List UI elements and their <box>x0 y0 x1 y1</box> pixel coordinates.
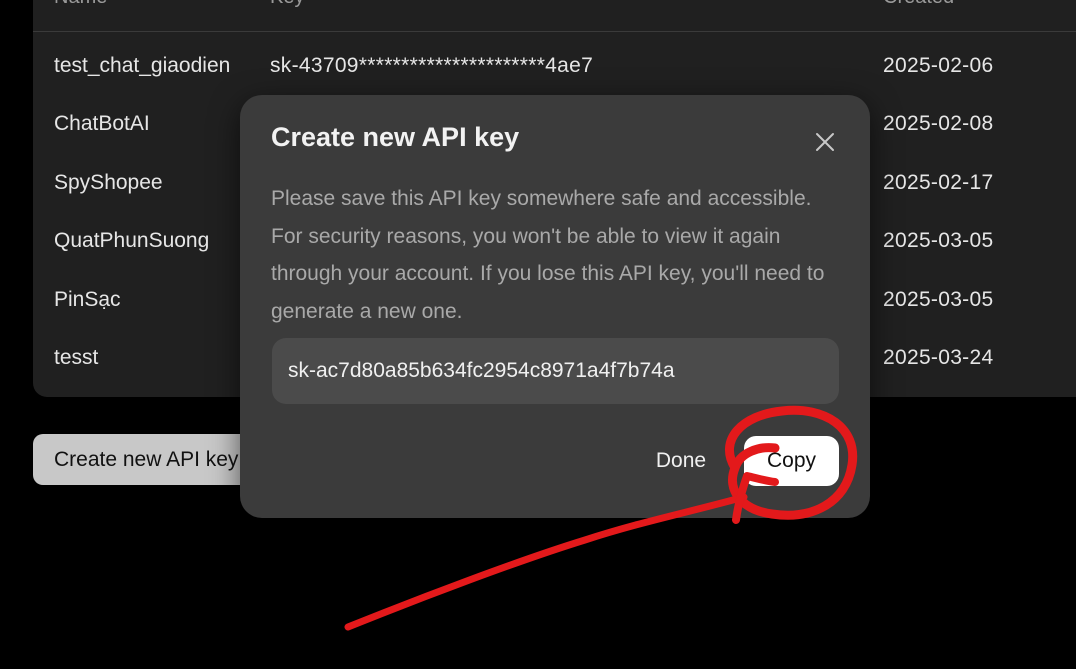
table-row[interactable]: test_chat_giaodien sk-43709*************… <box>33 51 1076 91</box>
row-name: QuatPhunSuong <box>54 229 210 252</box>
header-name: Name <box>54 0 107 9</box>
api-key-field[interactable] <box>272 338 839 404</box>
header-created: Created <box>883 0 954 9</box>
row-created: 2025-02-06 <box>883 54 994 77</box>
header-key: Key <box>270 0 304 9</box>
row-name: test_chat_giaodien <box>54 54 231 77</box>
row-name: ChatBotAI <box>54 112 150 135</box>
row-name: PinSạc <box>54 288 121 311</box>
row-created: 2025-02-17 <box>883 171 994 194</box>
table-header: Name Key Created <box>33 0 1076 32</box>
row-name: tesst <box>54 346 99 369</box>
row-created: 2025-03-05 <box>883 229 994 252</box>
row-created: 2025-03-24 <box>883 346 994 369</box>
row-created: 2025-02-08 <box>883 112 994 135</box>
close-icon <box>816 133 834 151</box>
close-button[interactable] <box>810 127 840 157</box>
create-api-key-dialog: Create new API key Please save this API … <box>240 95 870 518</box>
dialog-title: Create new API key <box>271 122 520 152</box>
copy-button[interactable]: Copy <box>744 436 839 486</box>
row-key: sk-43709**********************4ae7 <box>270 54 594 77</box>
dialog-description: Please save this API key somewhere safe … <box>271 187 825 323</box>
done-button[interactable]: Done <box>643 439 719 483</box>
row-created: 2025-03-05 <box>883 288 994 311</box>
page: Name Key Created test_chat_giaodien sk-4… <box>0 0 1076 669</box>
row-name: SpyShopee <box>54 171 163 194</box>
